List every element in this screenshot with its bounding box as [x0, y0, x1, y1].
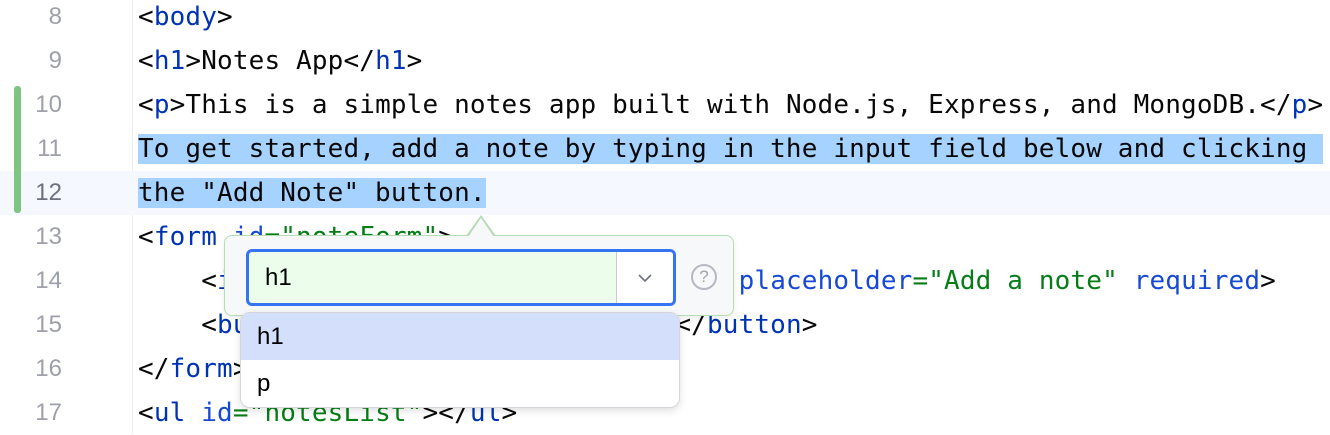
- token-plain: >This is a simple notes app built with N…: [169, 90, 1292, 120]
- question-circle-icon[interactable]: ?: [691, 264, 717, 290]
- token-plain: <: [138, 46, 154, 76]
- token-attr: required: [1133, 266, 1261, 296]
- token-sel: the "Add Note" button.: [138, 178, 486, 208]
- option-p[interactable]: p: [241, 360, 679, 407]
- token-tag: form: [153, 222, 218, 252]
- code-text: <p>This is a simple notes app built with…: [138, 83, 1323, 127]
- token-plain: >: [406, 46, 423, 76]
- code-line[interactable]: 11 To get started, add a note by typing i…: [0, 127, 1330, 171]
- token-plain: >: [1307, 90, 1324, 120]
- code-text: the "Add Note" button.: [138, 171, 486, 215]
- code-line[interactable]: 8 <body>: [0, 0, 1330, 39]
- chevron-down-icon: [638, 273, 652, 282]
- token-plain: </: [138, 354, 170, 384]
- code-line[interactable]: 12 the "Add Note" button.: [0, 171, 1330, 215]
- line-number: 8: [48, 3, 62, 30]
- token-tag: h1: [153, 46, 186, 76]
- line-number: 13: [35, 223, 62, 250]
- change-marker[interactable]: [14, 86, 21, 213]
- line-number: 12: [35, 179, 62, 206]
- line-number: 11: [37, 135, 62, 162]
- token-tag: body: [153, 2, 218, 32]
- token-plain: <: [138, 222, 154, 252]
- token-tag: p: [1291, 90, 1308, 120]
- token-plain: <: [138, 2, 154, 32]
- tag-combo-box[interactable]: h1: [246, 249, 676, 306]
- code-line[interactable]: 10 <p>This is a simple notes app built wi…: [0, 83, 1330, 127]
- token-plain: >Notes App</: [185, 46, 376, 76]
- popup-pointer-fill: [468, 218, 494, 237]
- code-text: <h1>Notes App</h1>: [138, 39, 422, 83]
- token-plain: <: [138, 310, 218, 340]
- line-number: 16: [35, 355, 62, 382]
- token-plain: <: [138, 266, 218, 296]
- token-plain: >: [801, 310, 818, 340]
- code-line[interactable]: 9 <h1>Notes App</h1>: [0, 39, 1330, 83]
- line-number: 10: [35, 91, 62, 118]
- token-plain: <: [138, 90, 154, 120]
- token-str: ="Add a note": [912, 266, 1118, 296]
- combo-value[interactable]: h1: [265, 252, 292, 303]
- token-plain: >: [1260, 266, 1276, 296]
- token-tag: p: [153, 90, 170, 120]
- token-attr: placeholder: [738, 266, 913, 296]
- code-text: </form>: [138, 347, 249, 391]
- line-number: 15: [35, 311, 62, 338]
- token-sel: To get started, add a note by typing in …: [138, 134, 1324, 164]
- token-tag: ul: [153, 398, 186, 428]
- token-tag: h1: [375, 46, 407, 76]
- line-number: 14: [35, 267, 62, 294]
- line-number: 17: [35, 399, 62, 426]
- tag-options-list: h1 p: [240, 312, 680, 408]
- dropdown-button[interactable]: [616, 252, 673, 303]
- code-text: To get started, add a note by typing in …: [138, 127, 1324, 171]
- token-plain: >: [217, 2, 233, 32]
- token-attr: id: [201, 398, 233, 428]
- line-number: 9: [48, 47, 62, 74]
- option-h1[interactable]: h1: [241, 313, 679, 360]
- token-tag: form: [169, 354, 233, 384]
- code-text: <body>: [138, 0, 233, 39]
- token-plain: <: [138, 398, 154, 428]
